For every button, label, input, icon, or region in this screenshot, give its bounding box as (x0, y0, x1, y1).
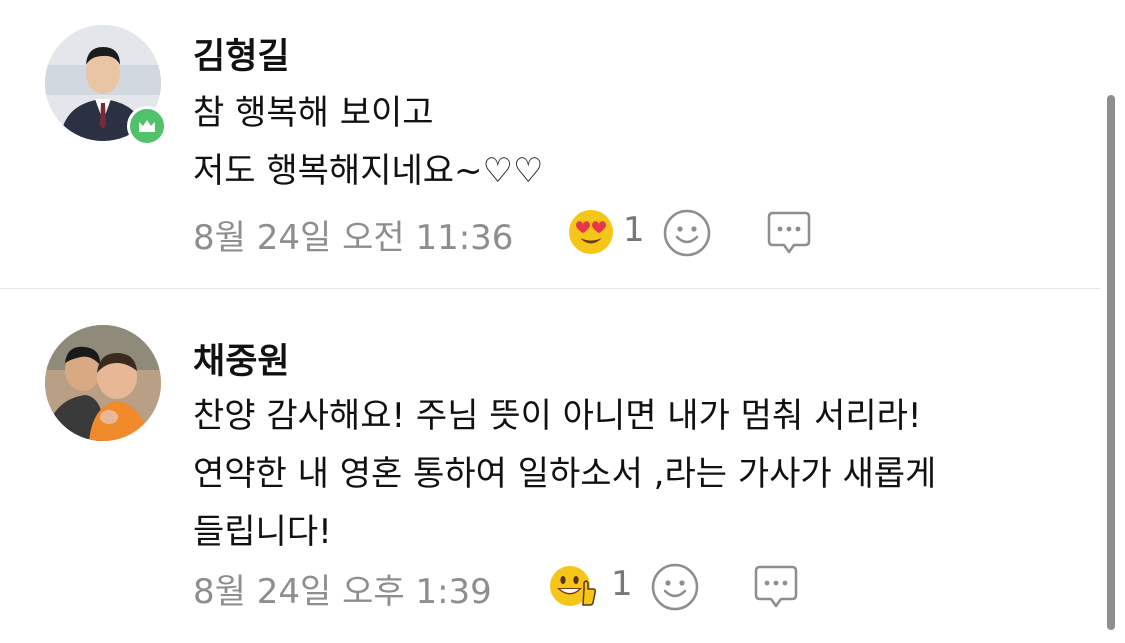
grinning-thumbs-up-emoji-icon[interactable] (548, 561, 598, 611)
comment-item: 김형길 참 행복해 보이고 저도 행복해지네요~♡♡ 8월 24일 오전 11:… (0, 0, 1100, 289)
heart-eyes-emoji-icon[interactable] (566, 207, 616, 257)
reaction-count: 1 (611, 564, 633, 604)
avatar[interactable] (45, 325, 161, 441)
comment-author[interactable]: 채중원 (193, 333, 290, 384)
reply-icon[interactable] (750, 561, 802, 613)
reaction-count: 1 (623, 210, 645, 250)
comment-author[interactable]: 김형길 (193, 28, 290, 79)
comment-date: 8월 24일 오후 1:39 (193, 572, 492, 612)
comment-item: 채중원 찬양 감사해요! 주님 뜻이 아니면 내가 멈춰 서리라! 연약한 내 … (0, 289, 1100, 643)
add-reaction-icon[interactable] (661, 207, 713, 259)
crown-badge (127, 106, 167, 146)
comment-line: 저도 행복해지네요~♡♡ (193, 151, 544, 191)
comment-line: 연약한 내 영혼 통하여 일하소서 ,라는 가사가 새롭게 (193, 454, 937, 494)
reply-icon[interactable] (763, 207, 815, 259)
comment-line: 참 행복해 보이고 (193, 93, 434, 133)
crown-icon (139, 120, 155, 132)
avatar-photo (45, 325, 161, 441)
comment-text: 참 행복해 보이고 저도 행복해지네요~♡♡ (193, 84, 544, 200)
comment-date: 8월 24일 오전 11:36 (193, 218, 514, 258)
comment-text: 찬양 감사해요! 주님 뜻이 아니면 내가 멈춰 서리라! 연약한 내 영혼 통… (193, 387, 936, 561)
scrollbar[interactable] (1107, 95, 1115, 630)
add-reaction-icon[interactable] (649, 561, 701, 613)
comment-line: 들립니다! (193, 512, 332, 552)
comment-line: 찬양 감사해요! 주님 뜻이 아니면 내가 멈춰 서리라! (193, 396, 922, 436)
